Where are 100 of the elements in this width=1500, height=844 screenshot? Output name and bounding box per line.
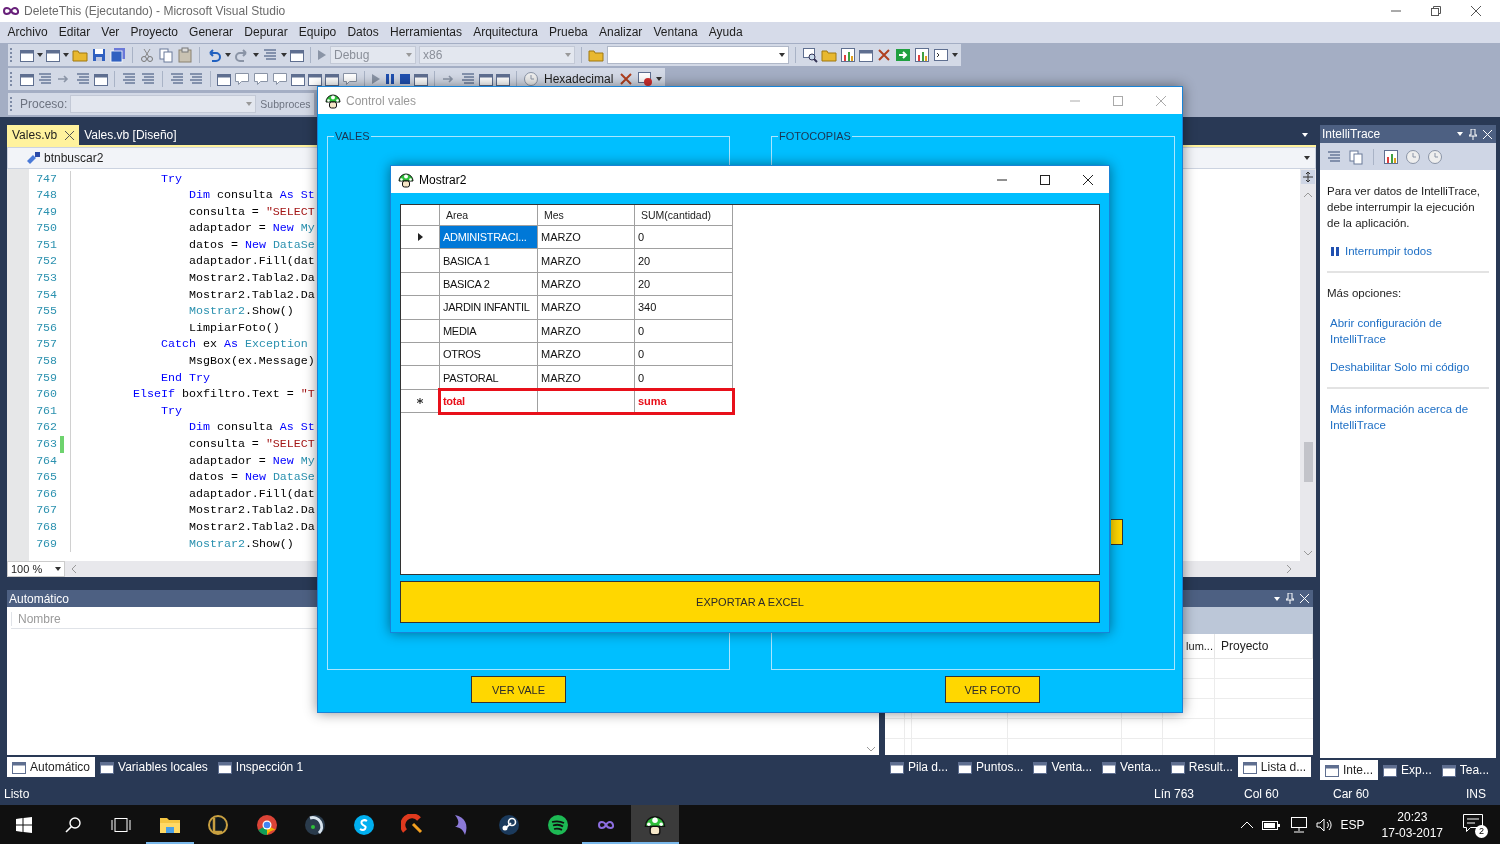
clipboard-icon[interactable]	[177, 47, 193, 63]
document-tab[interactable]: Vales.vb [Diseño]	[79, 125, 182, 145]
clock-icon[interactable]	[523, 71, 539, 87]
window-icon[interactable]	[325, 72, 339, 86]
table-cell[interactable]: 0	[635, 342, 733, 367]
battery-icon[interactable]	[1261, 819, 1280, 830]
table-cell[interactable]: OTROS	[440, 342, 538, 367]
panel-tab[interactable]: Result...	[1165, 757, 1238, 777]
splitter-icon[interactable]	[1301, 170, 1315, 184]
chevron-up-icon[interactable]	[1240, 821, 1253, 828]
table-cell[interactable]: MARZO	[538, 272, 635, 297]
list-icon[interactable]	[460, 71, 476, 87]
panel-tab[interactable]: Lista d...	[1237, 757, 1312, 777]
copy-icon[interactable]	[1348, 148, 1364, 165]
window-icon[interactable]	[20, 72, 34, 86]
caret-icon[interactable]	[55, 567, 61, 571]
table-cell[interactable]: MARZO	[538, 249, 635, 273]
pin-icon[interactable]	[1469, 128, 1477, 140]
panel-tab[interactable]: Venta...	[1028, 757, 1098, 777]
menu-item[interactable]: Depurar	[238, 22, 294, 43]
panel-tab[interactable]: Variables locales	[95, 757, 213, 777]
copy-icon[interactable]	[158, 47, 174, 63]
record-icon[interactable]	[637, 71, 654, 87]
action-button[interactable]: VER VALE	[471, 676, 566, 703]
save-icon[interactable]	[91, 47, 107, 63]
window-icon[interactable]	[496, 72, 510, 86]
speech-bubble-icon[interactable]	[253, 71, 269, 87]
scissors-icon[interactable]	[139, 47, 155, 63]
table-cell[interactable]: MARZO	[538, 342, 635, 367]
magnifier-icon[interactable]	[802, 47, 818, 63]
clock-date[interactable]: 17-03-2017	[1381, 824, 1443, 841]
taskbar-button[interactable]	[630, 805, 679, 844]
menu-item[interactable]: Archivo	[2, 22, 54, 43]
caret-icon[interactable]	[281, 53, 287, 57]
window-icon[interactable]	[46, 48, 60, 62]
language-indicator[interactable]: ESP	[1340, 817, 1365, 832]
restore-icon[interactable]	[1431, 6, 1441, 16]
window-icon[interactable]	[479, 72, 493, 86]
document-tab[interactable]: Vales.vb	[7, 125, 80, 145]
close-icon[interactable]	[1471, 6, 1481, 16]
window-icon[interactable]	[290, 48, 304, 62]
table-cell[interactable]: MARZO	[538, 319, 635, 343]
speech-bubble-icon[interactable]	[272, 71, 288, 87]
pin-icon[interactable]	[1286, 593, 1294, 604]
panel-tab[interactable]: Inspección 1	[212, 757, 309, 777]
table-cell[interactable]: total	[440, 389, 538, 414]
caret-icon[interactable]	[253, 53, 259, 57]
speech-bubble-icon[interactable]	[234, 71, 250, 87]
window-icon[interactable]	[94, 72, 108, 86]
panel-tab[interactable]: Automático	[7, 757, 96, 777]
maximize-icon[interactable]	[1040, 174, 1050, 185]
caret-icon[interactable]	[1457, 132, 1463, 136]
menu-item[interactable]: Ver	[95, 22, 125, 43]
clock-time[interactable]: 20:23	[1397, 808, 1428, 825]
export-button[interactable]: EXPORTAR A EXCEL	[400, 581, 1100, 623]
panel-tab[interactable]: Inte...	[1320, 760, 1379, 780]
caret-icon[interactable]	[1274, 596, 1280, 601]
caret-icon[interactable]	[656, 77, 663, 81]
option-link[interactable]: Deshabilitar Solo mi código	[1330, 359, 1489, 375]
tools-icon[interactable]	[618, 71, 635, 87]
close-icon[interactable]	[65, 130, 75, 140]
stop-icon[interactable]	[399, 73, 411, 85]
panel-tab[interactable]: Puntos...	[953, 757, 1029, 777]
undo-icon[interactable]	[206, 47, 222, 63]
caret-icon[interactable]	[952, 53, 958, 57]
scroll-thumb[interactable]	[1303, 442, 1313, 482]
tools-icon[interactable]	[876, 47, 892, 63]
chart-icon[interactable]	[914, 47, 930, 63]
caret-icon[interactable]	[37, 53, 43, 57]
window-icon[interactable]	[414, 72, 428, 86]
menu-item[interactable]: Equipo	[293, 22, 342, 43]
caret-icon[interactable]	[63, 53, 69, 57]
close-icon[interactable]	[1083, 174, 1093, 185]
action-button[interactable]: VER FOTO	[945, 676, 1040, 703]
table-cell[interactable]: JARDIN INFANTIL	[440, 296, 538, 320]
table-cell[interactable]: 340	[635, 296, 733, 320]
caret-icon[interactable]	[779, 53, 785, 57]
menu-item[interactable]: Editar	[53, 22, 96, 43]
window-icon[interactable]	[308, 72, 322, 86]
table-cell[interactable]: ADMINISTRACI...	[440, 226, 538, 250]
scroll-down-icon[interactable]	[867, 747, 875, 752]
window-icon[interactable]	[217, 72, 231, 86]
menu-item[interactable]: Arquitectura	[467, 22, 544, 43]
table-cell[interactable]: 20	[635, 272, 733, 297]
table-cell[interactable]: MARZO	[538, 366, 635, 390]
caret-icon[interactable]	[225, 53, 231, 57]
table-cell[interactable]: BASICA 1	[440, 249, 538, 273]
panel-tab[interactable]: Exp...	[1378, 760, 1437, 780]
save-all-icon[interactable]	[110, 47, 126, 63]
menu-item[interactable]: Generar	[183, 22, 239, 43]
caret-icon[interactable]	[1302, 133, 1308, 137]
info-link[interactable]: Más información acerca de IntelliTrace	[1330, 401, 1489, 433]
table-cell[interactable]: 20	[635, 249, 733, 273]
menu-item[interactable]: Ayuda	[703, 22, 749, 43]
table-cell[interactable]: MARZO	[538, 296, 635, 320]
network-icon[interactable]	[1288, 816, 1307, 833]
chart-icon[interactable]	[840, 47, 856, 63]
option-link[interactable]: Abrir configuración de IntelliTrace	[1330, 315, 1489, 347]
table-cell[interactable]: 0	[635, 226, 733, 250]
panel-tab[interactable]: Venta...	[1097, 757, 1166, 777]
